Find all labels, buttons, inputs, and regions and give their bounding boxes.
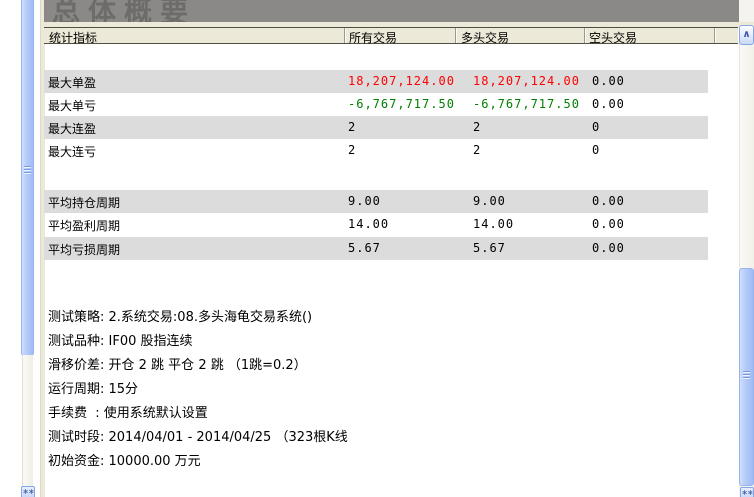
test-info-block: 测试策略: 2.系统交易:08.多头海龟交易系统() 测试品种: IF00 股指… [48, 306, 348, 474]
page-title: 总体概要 [52, 0, 754, 22]
info-instrument: 测试品种: IF00 股指连续 [48, 330, 348, 354]
scroll-up-button[interactable]: ∧ [739, 25, 754, 45]
row-label: 平均亏损周期 [48, 241, 120, 258]
table-row: 最大单盈 18,207,124.00 18,207,124.00 0.00 [44, 70, 708, 93]
row-value-all: 14.00 [348, 217, 389, 231]
table-row: 最大连盈 2 2 0 [44, 116, 708, 139]
scroll-up-arrow-icon: ∧ [742, 29, 750, 40]
info-period: 运行周期: 15分 [48, 378, 348, 402]
panel-titlebar: 总体概要 [44, 0, 754, 22]
row-value-all: 9.00 [348, 194, 381, 208]
left-splitter-thumb[interactable] [21, 0, 34, 356]
backtest-summary-window: ∗∗ 总体概要 统计指标 所有交易 多头交易 空头交易 最大单盈 18,207,… [0, 0, 754, 497]
row-value-all: -6,767,717.50 [348, 97, 455, 111]
header-short-trades: 空头交易 [589, 29, 637, 46]
left-splitter-track[interactable] [22, 355, 33, 486]
header-separator [344, 28, 345, 43]
row-label: 平均持仓周期 [48, 194, 120, 211]
table-row: 最大连亏 2 2 0 [44, 139, 708, 162]
info-strategy: 测试策略: 2.系统交易:08.多头海龟交易系统() [48, 306, 348, 330]
row-value-long: 5.67 [473, 241, 506, 255]
scrollbar-track[interactable] [739, 45, 754, 268]
row-value-short: 0 [592, 143, 600, 157]
collapse-chevron-icon: ∗∗ [741, 488, 752, 497]
row-value-short: 0.00 [592, 217, 625, 231]
row-label: 最大连亏 [48, 143, 96, 160]
row-value-short: 0.00 [592, 194, 625, 208]
row-value-short: 0.00 [592, 97, 625, 111]
row-value-long: 2 [473, 143, 481, 157]
row-label: 平均盈利周期 [48, 217, 120, 234]
row-value-short: 0.00 [592, 74, 625, 88]
scrollbar-grip-icon [743, 371, 750, 380]
row-value-all: 2 [348, 143, 356, 157]
header-all-trades: 所有交易 [349, 29, 397, 46]
row-value-all: 2 [348, 120, 356, 134]
row-label: 最大单盈 [48, 74, 96, 91]
table-row: 平均盈利周期 14.00 14.00 0.00 [44, 213, 708, 236]
right-collapse-button[interactable]: ∗∗ [740, 487, 754, 497]
header-indicator: 统计指标 [49, 29, 97, 46]
row-value-short: 0.00 [592, 241, 625, 255]
left-splitter: ∗∗ [21, 0, 34, 497]
row-label: 最大连盈 [48, 120, 96, 137]
stats-table-header: 统计指标 所有交易 多头交易 空头交易 [44, 27, 738, 44]
collapse-chevron-icon: ∗∗ [22, 487, 33, 496]
row-value-long: -6,767,717.50 [473, 97, 580, 111]
header-separator [714, 28, 715, 43]
header-separator [584, 28, 585, 43]
info-slippage: 滑移价差: 开仓 2 跳 平仓 2 跳 （1跳=0.2） [48, 354, 348, 378]
table-row: 最大单亏 -6,767,717.50 -6,767,717.50 0.00 [44, 93, 708, 116]
row-value-all: 5.67 [348, 241, 381, 255]
info-capital: 初始资金: 10000.00 万元 [48, 450, 348, 474]
splitter-grip-icon [24, 166, 31, 175]
table-row: 平均亏损周期 5.67 5.67 0.00 [44, 237, 708, 260]
row-label: 最大单亏 [48, 97, 96, 114]
vertical-scrollbar: ∧ ∗∗ [739, 0, 754, 497]
row-value-all: 18,207,124.00 [348, 74, 455, 88]
header-long-trades: 多头交易 [461, 29, 509, 46]
scrollbar-thumb[interactable] [739, 268, 754, 486]
info-commission: 手续费 : 使用系统默认设置 [48, 402, 348, 426]
row-value-long: 2 [473, 120, 481, 134]
left-collapse-button[interactable]: ∗∗ [21, 486, 35, 497]
header-separator [455, 28, 456, 43]
row-value-long: 18,207,124.00 [473, 74, 580, 88]
row-value-long: 14.00 [473, 217, 514, 231]
info-timerange: 测试时段: 2014/04/01 - 2014/04/25 （323根K线 [48, 426, 348, 450]
row-value-short: 0 [592, 120, 600, 134]
row-value-long: 9.00 [473, 194, 506, 208]
table-row: 平均持仓周期 9.00 9.00 0.00 [44, 190, 708, 213]
